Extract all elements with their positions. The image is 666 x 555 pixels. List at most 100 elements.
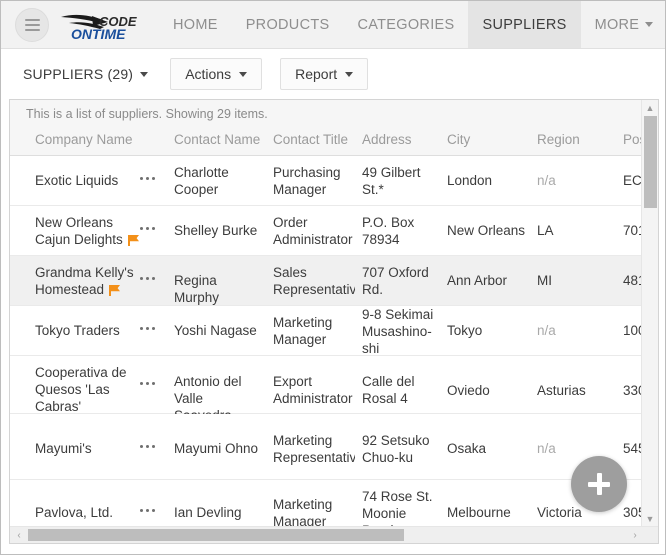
hamburger-line	[25, 24, 40, 26]
cell-city: London	[447, 172, 529, 189]
nav-link-categories[interactable]: CATEGORIES	[343, 1, 468, 48]
table-row[interactable]: Mayumi's Mayumi Ohno Marketing Represent…	[10, 414, 641, 480]
cell-city: New Orleans	[447, 222, 529, 239]
suppliers-grid-panel: This is a list of suppliers. Showing 29 …	[9, 99, 659, 544]
cell-city: Osaka	[447, 440, 529, 457]
column-header-address[interactable]: Address	[362, 132, 412, 147]
view-selector-button[interactable]: SUPPLIERS (29)	[19, 60, 152, 88]
plus-icon	[597, 473, 602, 495]
column-header-city[interactable]: City	[447, 132, 470, 147]
cell-region: LA	[537, 222, 609, 239]
company-name-text: Mayumi's	[35, 441, 92, 456]
nav-links: HOME PRODUCTS CATEGORIES SUPPLIERS MORE	[159, 1, 666, 48]
table-row[interactable]: Cooperativa de Quesos 'Las Cabras' Anton…	[10, 356, 641, 414]
add-new-record-button[interactable]	[571, 456, 627, 512]
cell-company-name: Grandma Kelly's Homestead	[35, 264, 143, 298]
chevron-down-icon	[140, 72, 148, 77]
actions-label: Actions	[185, 66, 231, 82]
cell-contact-title: Sales Representativ	[273, 264, 355, 298]
cell-address: Calle del Rosal 4	[362, 373, 440, 407]
cell-contact-title: Purchasing Manager	[273, 164, 355, 198]
row-more-dots-icon[interactable]	[138, 509, 164, 512]
cell-contact-name: Mayumi Ohno	[174, 440, 262, 457]
row-more-dots-icon[interactable]	[138, 177, 164, 180]
table-row[interactable]: New Orleans Cajun Delights Shelley Burke…	[10, 206, 641, 256]
scroll-up-icon[interactable]: ▲	[642, 100, 658, 115]
cell-contact-title: Marketing Representativ	[273, 432, 355, 466]
top-navigation-bar: CODE ONTIME HOME PRODUCTS CATEGORIES SUP…	[1, 1, 666, 49]
cell-contact-name: Charlotte Cooper	[174, 164, 262, 198]
cell-region: n/a	[537, 440, 609, 457]
cell-company-name: Pavlova, Ltd.	[35, 504, 143, 521]
table-row[interactable]: Pavlova, Ltd. Ian Devling Marketing Mana…	[10, 480, 641, 526]
nav-link-label: HOME	[173, 17, 218, 33]
dots-glyph	[138, 445, 157, 448]
row-more-dots-icon[interactable]	[138, 277, 164, 280]
nav-link-label: PRODUCTS	[246, 17, 330, 33]
view-selector-label: SUPPLIERS (29)	[23, 66, 133, 82]
scroll-down-icon[interactable]: ▼	[642, 511, 658, 526]
cell-postal-code: 4810	[623, 272, 641, 289]
svg-text:ONTIME: ONTIME	[71, 26, 126, 42]
brand-logo[interactable]: CODE ONTIME	[59, 7, 145, 43]
cell-city: Oviedo	[447, 382, 529, 399]
row-more-dots-icon[interactable]	[138, 382, 164, 385]
cell-postal-code: 3300	[623, 382, 641, 399]
nav-link-home[interactable]: HOME	[159, 1, 232, 48]
cell-address: 49 Gilbert St.*	[362, 164, 440, 198]
hamburger-line	[25, 29, 40, 31]
company-name-text: Exotic Liquids	[35, 173, 118, 188]
vertical-scrollbar-thumb[interactable]	[644, 116, 657, 208]
grid-header-row: Company Name Contact Name Contact Title …	[10, 128, 658, 156]
cell-company-name: Cooperativa de Quesos 'Las Cabras'	[35, 364, 143, 415]
nav-link-suppliers[interactable]: SUPPLIERS	[468, 1, 580, 48]
cell-address: 92 Setsuko Chuo-ku	[362, 432, 440, 466]
company-name-text: New Orleans Cajun Delights	[35, 215, 123, 247]
column-header-contact-name[interactable]: Contact Name	[174, 132, 260, 147]
cell-address: 74 Rose St. Moonie Ponds	[362, 488, 440, 526]
logo-graphic: CODE ONTIME	[59, 7, 145, 43]
nav-link-label: MORE	[595, 17, 640, 33]
cell-region: Asturias	[537, 382, 609, 399]
column-header-contact-title[interactable]: Contact Title	[273, 132, 348, 147]
cell-contact-name: Shelley Burke	[174, 222, 262, 239]
cell-contact-title: Marketing Manager	[273, 496, 355, 526]
cell-city: Melbourne	[447, 504, 529, 521]
row-more-dots-icon[interactable]	[138, 327, 164, 330]
cell-contact-title: Order Administrator	[273, 214, 355, 248]
cell-contact-name: Regina Murphy	[174, 272, 262, 306]
company-name-text: Cooperativa de Quesos 'Las Cabras'	[35, 365, 127, 414]
cell-address: 9-8 Sekimai Musashino-shi	[362, 306, 440, 357]
column-header-company-name[interactable]: Company Name	[35, 132, 133, 147]
nav-link-products[interactable]: PRODUCTS	[232, 1, 344, 48]
column-header-region[interactable]: Region	[537, 132, 580, 147]
row-more-dots-icon[interactable]	[138, 227, 164, 230]
action-toolbar: SUPPLIERS (29) Actions Report	[1, 49, 666, 99]
report-button[interactable]: Report	[280, 58, 368, 90]
dots-glyph	[138, 382, 157, 385]
cell-address: P.O. Box 78934	[362, 214, 440, 248]
scroll-right-icon[interactable]: ›	[627, 527, 643, 543]
row-more-dots-icon[interactable]	[138, 445, 164, 448]
nav-link-label: SUPPLIERS	[482, 17, 566, 33]
nav-link-more[interactable]: MORE	[581, 1, 666, 48]
company-name-text: Tokyo Traders	[35, 323, 120, 338]
cell-city: Ann Arbor	[447, 272, 529, 289]
table-row[interactable]: Tokyo Traders Yoshi Nagase Marketing Man…	[10, 306, 641, 356]
dots-glyph	[138, 509, 157, 512]
horizontal-scrollbar-thumb[interactable]	[28, 529, 404, 541]
cell-company-name: Tokyo Traders	[35, 322, 143, 339]
dots-glyph	[138, 227, 157, 230]
cell-postal-code: 545	[623, 440, 641, 457]
cell-region: n/a	[537, 172, 609, 189]
dots-glyph	[138, 277, 157, 280]
table-row[interactable]: Grandma Kelly's Homestead Regina Murphy …	[10, 256, 641, 306]
horizontal-scrollbar[interactable]: ‹ ›	[10, 526, 659, 543]
actions-button[interactable]: Actions	[170, 58, 262, 90]
company-name-text: Pavlova, Ltd.	[35, 505, 113, 520]
scroll-left-icon[interactable]: ‹	[11, 527, 27, 543]
hamburger-menu-icon[interactable]	[15, 8, 49, 42]
grid-body: Exotic Liquids Charlotte Cooper Purchasi…	[10, 156, 641, 526]
table-row[interactable]: Exotic Liquids Charlotte Cooper Purchasi…	[10, 156, 641, 206]
vertical-scrollbar[interactable]: ▲ ▼	[641, 100, 658, 526]
